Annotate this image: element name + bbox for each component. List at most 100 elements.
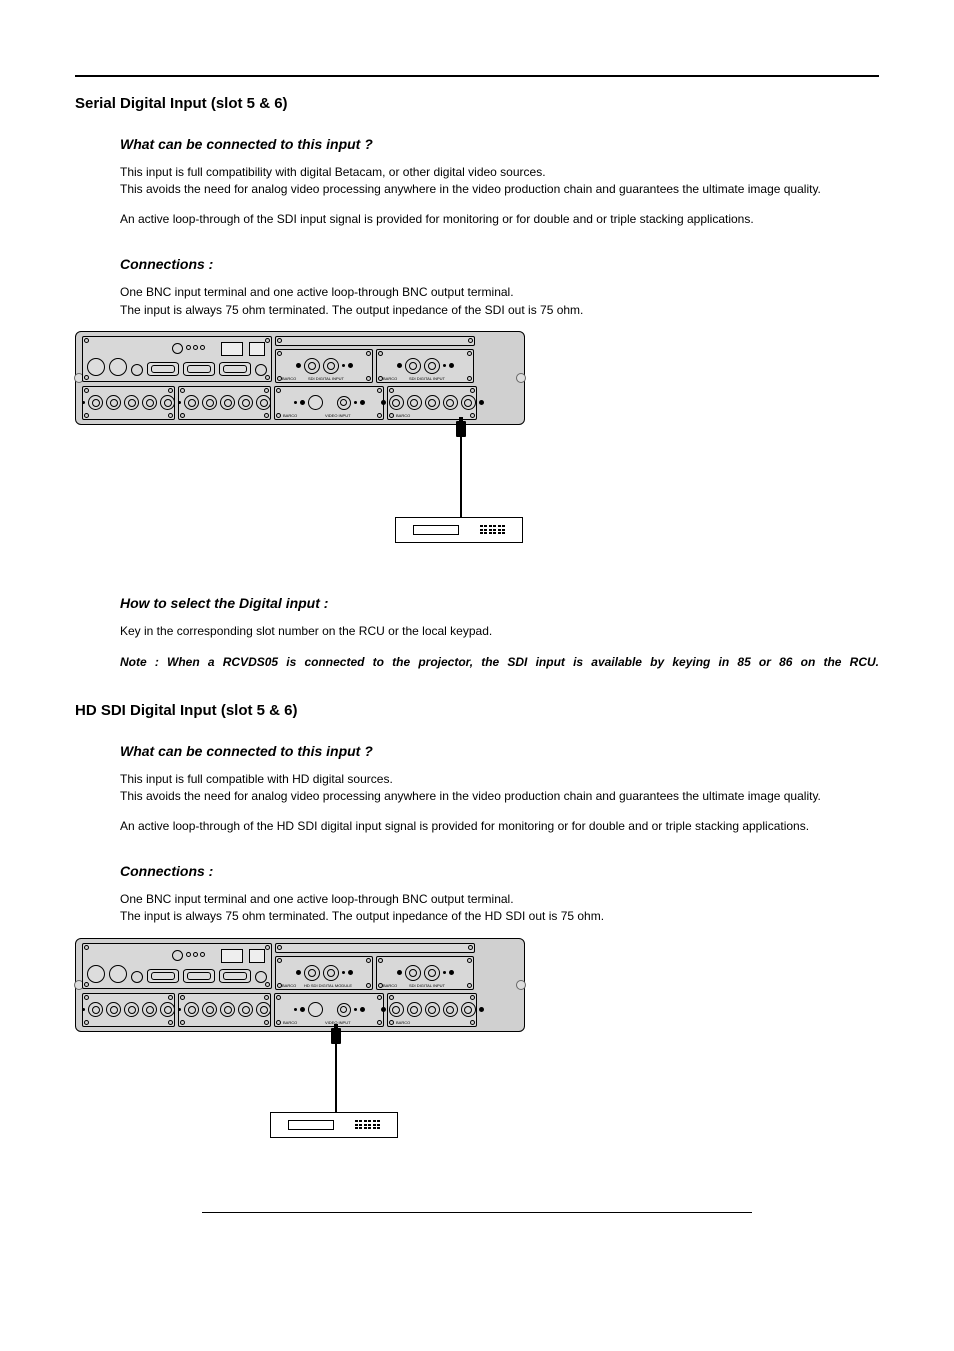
projector-back-panel: BARCO HD SDI DIGITAL MODULE BARCO [75, 938, 525, 1032]
slot-control-big [82, 336, 272, 382]
section2-p2: This avoids the need for analog video pr… [120, 788, 879, 805]
section1-p5: The input is always 75 ohm terminated. T… [120, 302, 879, 319]
bnc-connector-icon [389, 395, 404, 410]
bnc-connector-icon [323, 358, 339, 374]
fuse-box-icon [249, 949, 265, 963]
device-vent-icon [480, 525, 506, 534]
section2-sub2: Connections : [120, 863, 879, 879]
bnc-connector-icon [220, 1002, 235, 1017]
led-icon [381, 1007, 386, 1012]
switch-icon [221, 342, 243, 356]
slot-5bnc-a [82, 386, 175, 420]
bnc-connector-icon [425, 395, 440, 410]
figure-hdsdi-panel: BARCO HD SDI DIGITAL MODULE BARCO [75, 938, 879, 1172]
section1-sub3: How to select the Digital input : [120, 595, 879, 611]
led-icon [449, 363, 454, 368]
section1-p6: Key in the corresponding slot number on … [120, 623, 879, 640]
section1-p4: One BNC input terminal and one active lo… [120, 284, 879, 301]
led-icon [296, 363, 301, 368]
bnc-connector-icon [389, 1002, 404, 1017]
section2-title: HD SDI Digital Input (slot 5 & 6) [75, 702, 879, 719]
projector-back-panel: BARCO SDI DIGITAL INPUT BARCO [75, 331, 525, 425]
bnc-connector-icon [424, 358, 440, 374]
bnc-connector-icon [405, 965, 421, 981]
slot-sdi-6: BARCO SDI DIGITAL INPUT [376, 956, 474, 990]
slot-5bnc-c: BARCO [387, 993, 477, 1027]
led-icon [360, 1007, 365, 1012]
sdi-label: SDI DIGITAL INPUT [409, 984, 445, 988]
slot-5bnc-c: BARCO [387, 386, 477, 420]
bnc-connector-icon [184, 395, 199, 410]
sdi-label: SDI DIGITAL INPUT [308, 377, 344, 381]
power-jack-icon [172, 343, 183, 354]
bnc-connector-icon [88, 1002, 103, 1017]
section2-p4: One BNC input terminal and one active lo… [120, 891, 879, 908]
bnc-connector-icon [184, 1002, 199, 1017]
barco-label: BARCO [383, 377, 397, 381]
figure-sdi-panel: BARCO SDI DIGITAL INPUT BARCO [75, 331, 879, 565]
barco-label: BARCO [283, 414, 297, 418]
led-icon [342, 971, 345, 974]
section2-sub1: What can be connected to this input ? [120, 743, 879, 759]
switch-icon [221, 949, 243, 963]
bnc-connector-icon [202, 395, 217, 410]
led-icon [178, 401, 181, 404]
barco-label: BARCO [282, 984, 296, 988]
bnc-connector-icon [424, 965, 440, 981]
barco-label: BARCO [396, 414, 410, 418]
sdi-label: SDI DIGITAL INPUT [409, 377, 445, 381]
led-icon [381, 400, 386, 405]
bnc-connector-icon [106, 395, 121, 410]
led-icon [354, 1008, 357, 1011]
dsub-connector-icon [219, 969, 251, 983]
slot-blank-top [275, 943, 475, 953]
slot-blank-top [275, 336, 475, 346]
dsub-connector-icon [183, 969, 215, 983]
bnc-connector-icon [160, 395, 175, 410]
led-icon [294, 1008, 297, 1011]
bnc-connector-icon [238, 395, 253, 410]
device-vent-icon [355, 1120, 381, 1129]
section2-p5: The input is always 75 ohm terminated. T… [120, 908, 879, 925]
cable-icon [460, 425, 462, 517]
bnc-connector-icon [425, 1002, 440, 1017]
bnc-connector-icon [160, 1002, 175, 1017]
bnc-connector-icon [461, 1002, 476, 1017]
bnc-connector-icon [337, 396, 351, 410]
led-icon [300, 1007, 305, 1012]
bnc-connector-icon [238, 1002, 253, 1017]
led-icon [479, 1007, 484, 1012]
led-icon [82, 401, 85, 404]
bnc-connector-icon [256, 395, 271, 410]
bottom-rule [202, 1212, 752, 1213]
bnc-connector-icon [124, 1002, 139, 1017]
top-rule [75, 75, 879, 77]
cable-icon [335, 1032, 337, 1112]
led-icon [479, 400, 484, 405]
svideo-connector-icon [308, 395, 323, 410]
bnc-connector-icon [337, 1003, 351, 1017]
dsub-connector-icon [147, 969, 179, 983]
led-icon [354, 401, 357, 404]
bnc-connector-icon [407, 1002, 422, 1017]
panel-screw-right [516, 373, 526, 383]
section1-sub2: Connections : [120, 256, 879, 272]
bnc-connector-icon [124, 395, 139, 410]
source-device-connection [75, 425, 525, 565]
video-input-label: VIDEO INPUT [325, 414, 351, 418]
bnc-connector-icon [461, 395, 476, 410]
barco-label: BARCO [282, 377, 296, 381]
device-slot-icon [288, 1120, 334, 1130]
bnc-connector-icon [220, 395, 235, 410]
bnc-connector-icon [88, 395, 103, 410]
bnc-connector-icon [304, 358, 320, 374]
led-icon [397, 970, 402, 975]
source-device-box [270, 1112, 398, 1138]
led-icon [296, 970, 301, 975]
section1-sub1: What can be connected to this input ? [120, 136, 879, 152]
dsub-connector-icon [183, 362, 215, 376]
slot-control-big [82, 943, 272, 989]
slot-5bnc-b [178, 386, 271, 420]
slot-video-input: BARCO VIDEO INPUT [274, 993, 384, 1027]
fuse-box-icon [249, 342, 265, 356]
